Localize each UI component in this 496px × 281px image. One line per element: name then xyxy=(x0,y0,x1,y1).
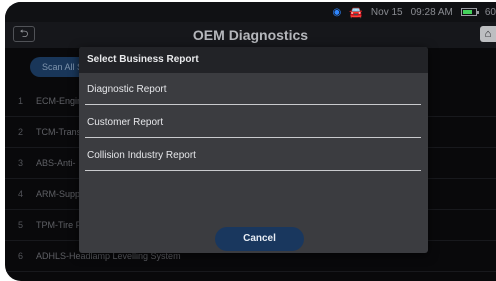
option-collision-industry-report[interactable]: Collision Industry Report xyxy=(85,141,421,171)
status-indicators: ◉ 🚘 Nov 15 09:28 AM 60 xyxy=(332,2,496,22)
cancel-button[interactable]: Cancel xyxy=(215,227,304,251)
status-time: 09:28 AM xyxy=(410,6,453,18)
car-icon: 🚘 xyxy=(349,6,363,19)
wifi-icon: ◉ xyxy=(332,6,342,18)
option-label: Collision Industry Report xyxy=(87,150,196,161)
battery-icon xyxy=(460,8,479,16)
select-report-dialog: Select Business Report Diagnostic Report… xyxy=(79,47,428,253)
status-bar: ◉ 🚘 Nov 15 09:28 AM 60 xyxy=(5,2,496,22)
option-label: Customer Report xyxy=(87,117,164,128)
status-date: Nov 15 xyxy=(370,6,403,18)
option-label: Diagnostic Report xyxy=(87,84,167,95)
option-diagnostic-report[interactable]: Diagnostic Report xyxy=(85,75,421,105)
dialog-title: Select Business Report xyxy=(79,47,428,73)
battery-level: 60 xyxy=(484,6,496,18)
option-customer-report[interactable]: Customer Report xyxy=(85,108,421,138)
